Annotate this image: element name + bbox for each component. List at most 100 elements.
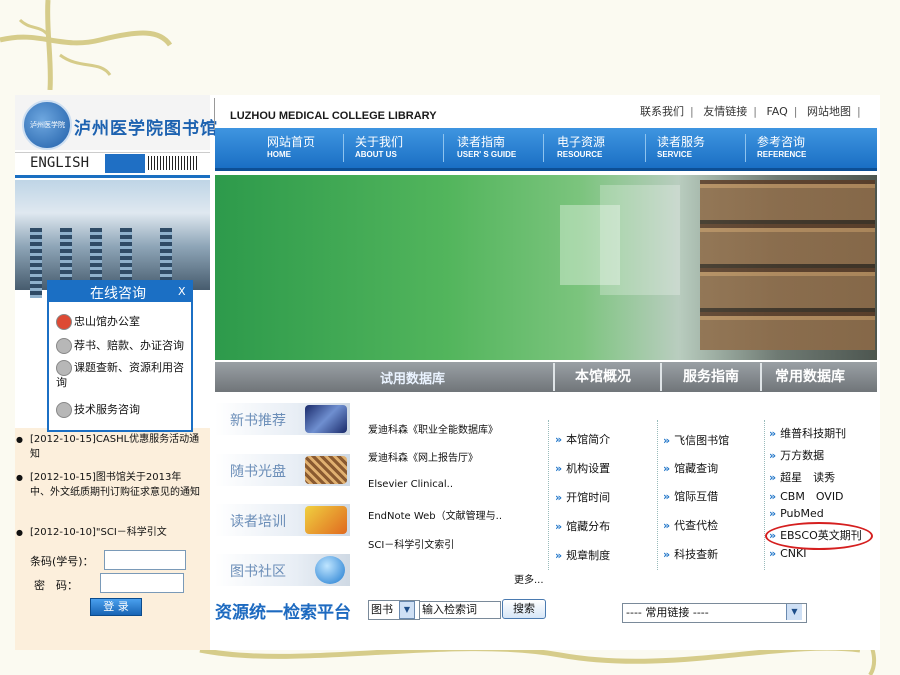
- common-links-select[interactable]: ---- 常用链接 ----: [622, 603, 807, 623]
- search-input[interactable]: 输入检索词: [419, 601, 501, 619]
- db-link[interactable]: 超星 读秀: [769, 469, 835, 485]
- online-consult-title: 在线咨询: [90, 286, 146, 302]
- overview-link[interactable]: 机构设置: [555, 460, 610, 476]
- service-link[interactable]: 科技查新: [663, 546, 718, 562]
- consult-item-label: 忠山馆办公室: [74, 315, 140, 328]
- tab-overview[interactable]: 本馆概况: [575, 366, 631, 386]
- trial-db-item[interactable]: Elsevier Clinical..: [368, 479, 453, 490]
- side-button-training[interactable]: 读者培训: [215, 504, 350, 536]
- overview-link[interactable]: 规章制度: [555, 547, 610, 563]
- side-button-new-books[interactable]: 新书推荐: [215, 403, 350, 435]
- english-link[interactable]: ENGLISH: [30, 155, 89, 171]
- side-button-community[interactable]: 图书社区: [215, 554, 350, 586]
- nav-resource[interactable]: 电子资源 RESOURCE: [557, 133, 605, 159]
- trial-db-item[interactable]: EndNote Web（文献管理与..: [368, 507, 502, 522]
- column-separator: [548, 420, 550, 570]
- nav-reference[interactable]: 参考咨询 REFERENCE: [757, 133, 806, 159]
- nav-home[interactable]: 网站首页 HOME: [267, 133, 315, 159]
- consult-item[interactable]: 忠山馆办公室: [56, 314, 188, 330]
- tab-service-guide[interactable]: 服务指南: [683, 366, 739, 386]
- nav-separator: [543, 134, 544, 162]
- tab-divider: [660, 363, 662, 391]
- link-faq[interactable]: FAQ: [766, 105, 787, 118]
- site-name: LUZHOU MEDICAL COLLEGE LIBRARY: [230, 110, 437, 122]
- overview-link[interactable]: 本馆简介: [555, 431, 610, 447]
- vine-decoration-top: [0, 0, 173, 90]
- top-links: 联系我们 | 友情链接 | FAQ | 网站地图 |: [640, 105, 861, 118]
- nav-home-zh: 网站首页: [267, 135, 316, 149]
- consult-item-label: 技术服务咨询: [74, 403, 140, 416]
- logo-text[interactable]: 泸州医学院图书馆: [74, 114, 218, 139]
- consult-item[interactable]: 技术服务咨询: [56, 402, 188, 418]
- login-button[interactable]: 登 录: [90, 598, 142, 616]
- db-link[interactable]: CBM OVID: [769, 488, 843, 504]
- side-button-label: 新书推荐: [230, 413, 286, 429]
- nav-guide-zh: 读者指南: [457, 135, 506, 149]
- nav-service[interactable]: 读者服务 SERVICE: [657, 133, 705, 159]
- overview-link[interactable]: 馆藏分布: [555, 518, 610, 534]
- nav-about-zh: 关于我们: [355, 135, 404, 149]
- unified-search-title: 资源统一检索平台: [215, 603, 351, 623]
- side-button-label: 随书光盘: [230, 464, 286, 480]
- barcode-input[interactable]: [104, 550, 186, 570]
- training-icon: [305, 506, 347, 534]
- library-emblem-icon: 泸州医学院: [22, 100, 72, 150]
- overview-link[interactable]: 开馆时间: [555, 489, 610, 505]
- tab-trial-database[interactable]: 试用数据库: [380, 368, 445, 387]
- link-contact[interactable]: 联系我们: [640, 105, 684, 118]
- password-label: 密 码：: [34, 579, 78, 592]
- consult-item[interactable]: 课题查新、资源利用咨询: [56, 360, 188, 390]
- link-sitemap[interactable]: 网站地图: [807, 105, 851, 118]
- nav-resource-zh: 电子资源: [557, 135, 606, 149]
- nav-reference-zh: 参考咨询: [757, 135, 806, 149]
- chevron-down-icon[interactable]: ▼: [399, 601, 415, 619]
- consult-item-label: 荐书、赔款、办证咨询: [74, 339, 184, 352]
- nav-service-zh: 读者服务: [657, 135, 706, 149]
- side-button-cd[interactable]: 随书光盘: [215, 454, 350, 486]
- chevron-down-icon[interactable]: ▼: [786, 604, 802, 620]
- english-bar-accent: [105, 154, 145, 173]
- disc-icon: [305, 456, 347, 484]
- trial-db-item[interactable]: 爱迪科森《网上报告厅》: [368, 449, 478, 464]
- news-item[interactable]: [2012-10-10]"SCI－科学引文: [16, 525, 200, 540]
- service-link[interactable]: 飞信图书馆: [663, 432, 729, 448]
- highlight-ring: [765, 522, 873, 550]
- tab-common-database[interactable]: 常用数据库: [775, 366, 845, 386]
- service-link[interactable]: 代查代检: [663, 517, 718, 533]
- banner-bookshelves: [700, 180, 875, 350]
- avatar-icon: [56, 338, 72, 354]
- library-photo: [15, 180, 210, 290]
- nav-resource-en: RESOURCE: [557, 150, 603, 159]
- banner-glass-panel: [560, 205, 620, 285]
- consult-item[interactable]: 荐书、赔款、办证咨询: [56, 338, 188, 354]
- db-link[interactable]: 万方数据: [769, 447, 824, 463]
- news-item[interactable]: [2012-10-15]图书馆关于2013年中、外文纸质期刊订购征求意见的通知: [16, 470, 200, 500]
- nav-about[interactable]: 关于我们 ABOUT US: [355, 133, 403, 159]
- nav-reference-en: REFERENCE: [757, 150, 807, 159]
- avatar-icon: [56, 402, 72, 418]
- trial-db-item[interactable]: SCI－科学引文索引: [368, 536, 454, 551]
- link-friends[interactable]: 友情链接: [703, 105, 747, 118]
- nav-separator: [443, 134, 444, 162]
- nav-separator: [343, 134, 344, 162]
- consult-item-label: 课题查新、资源利用咨询: [56, 361, 184, 389]
- more-link[interactable]: 更多...: [514, 571, 544, 586]
- search-button[interactable]: 搜索: [502, 599, 546, 619]
- avatar-icon: [56, 314, 72, 330]
- barcode-label: 条码(学号)：: [30, 555, 94, 568]
- service-link[interactable]: 馆际互借: [663, 488, 718, 504]
- nav-home-en: HOME: [267, 150, 291, 159]
- side-button-label: 图书社区: [230, 564, 286, 580]
- db-link[interactable]: PubMed: [769, 507, 824, 520]
- trial-db-item[interactable]: 爱迪科森《职业全能数据库》: [368, 421, 498, 436]
- nav-guide[interactable]: 读者指南 USER' S GUIDE: [457, 133, 516, 159]
- db-link[interactable]: 维普科技期刊: [769, 425, 846, 441]
- password-input[interactable]: [100, 573, 184, 593]
- main-nav: 网站首页 HOME 关于我们 ABOUT US 读者指南 USER' S GUIDE …: [215, 128, 877, 171]
- nav-about-en: ABOUT US: [355, 150, 397, 159]
- news-item[interactable]: [2012-10-15]CASHL优惠服务活动通知: [16, 432, 200, 462]
- books-icon: [305, 405, 347, 433]
- barcode-decoration: [148, 156, 198, 170]
- close-icon[interactable]: X: [178, 285, 186, 298]
- service-link[interactable]: 馆藏查询: [663, 460, 718, 476]
